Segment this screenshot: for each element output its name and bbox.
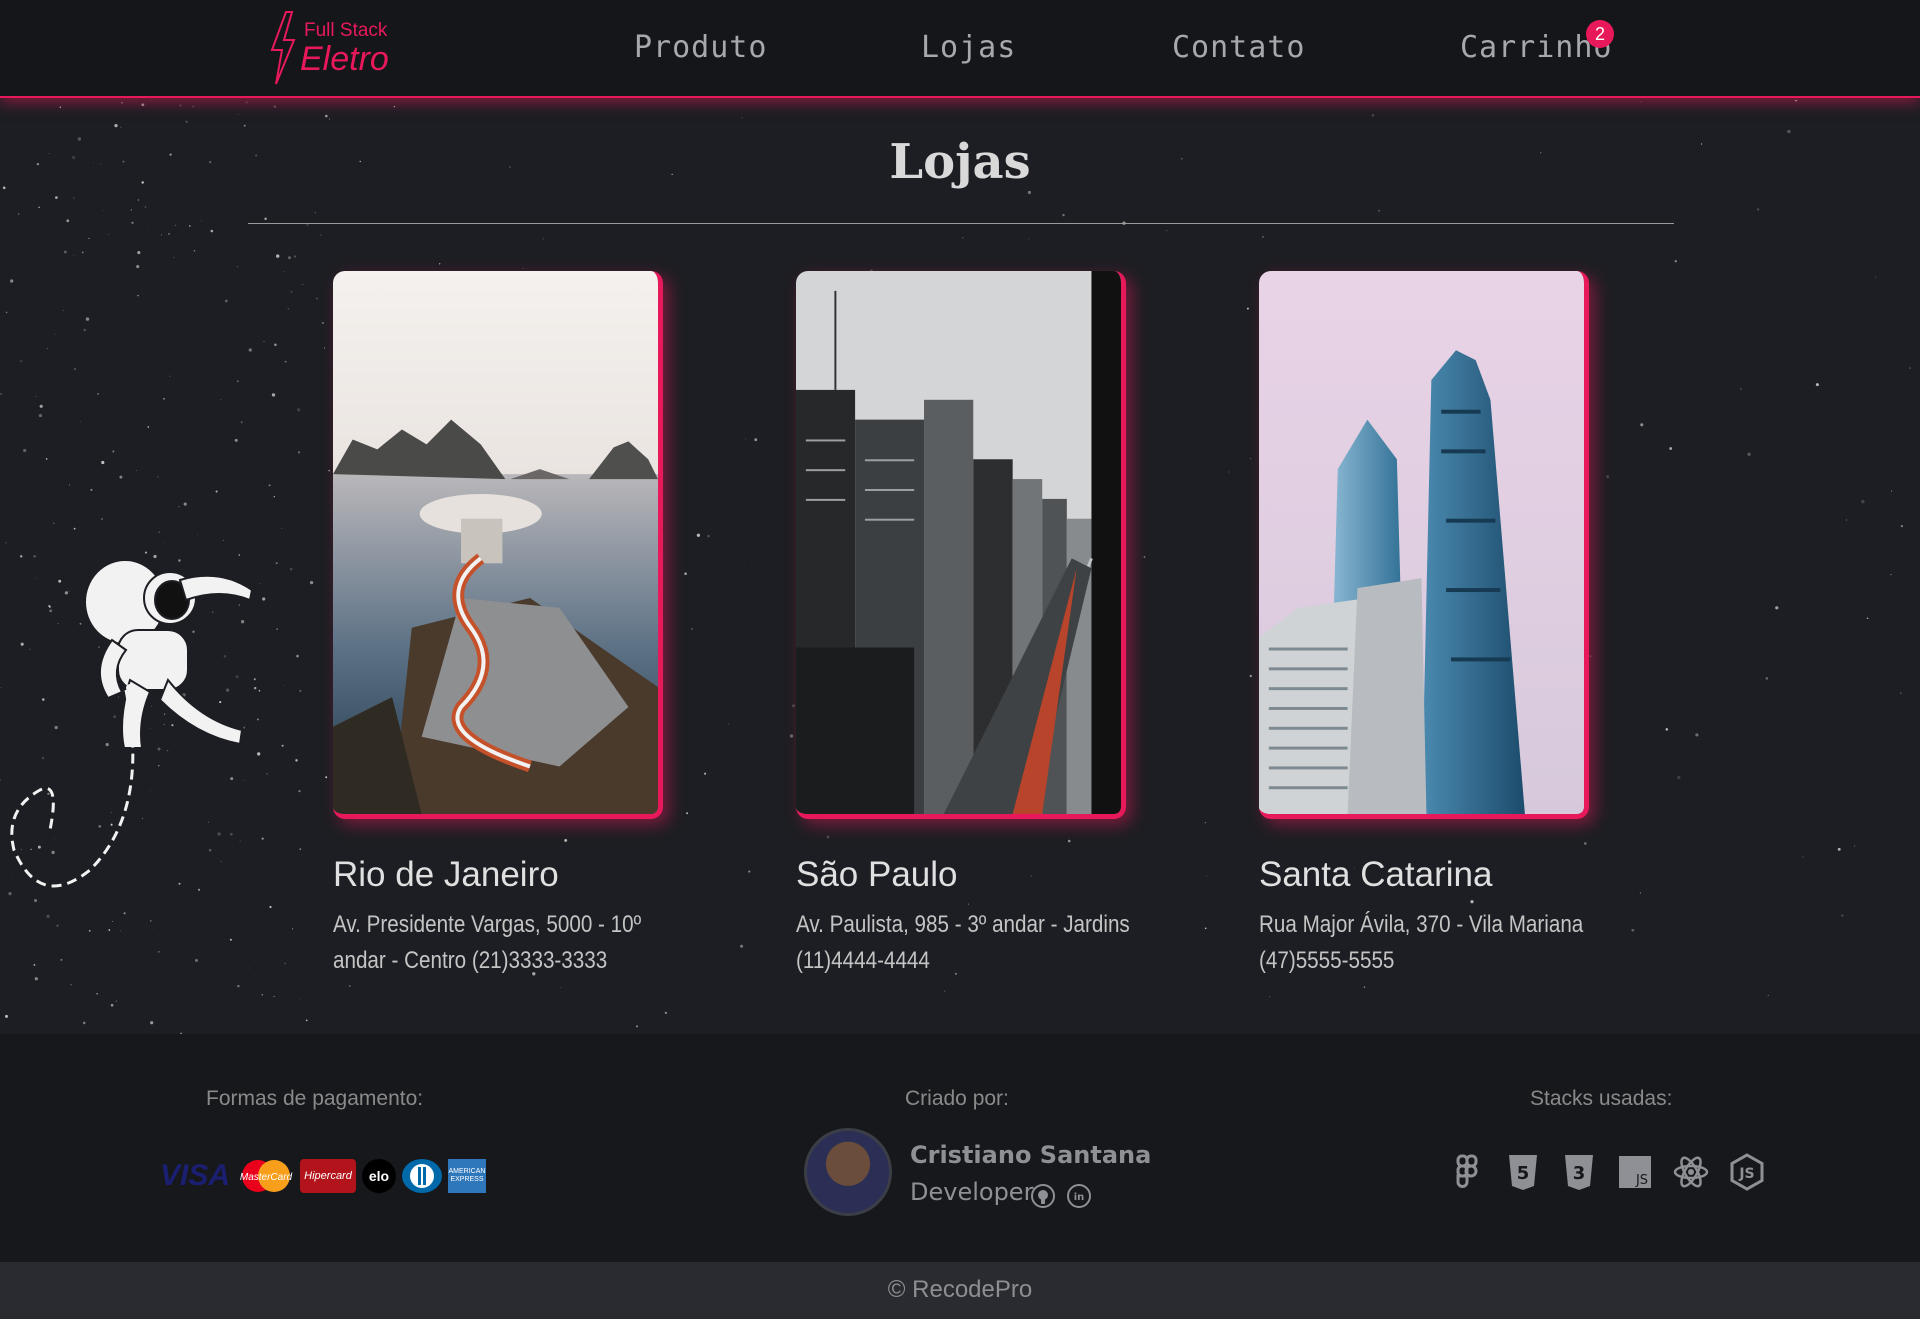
store-card-rio[interactable]: Rio de Janeiro Av. Presidente Vargas, 50… (333, 271, 673, 979)
nav-produto[interactable]: Produto (634, 30, 767, 65)
nav-lojas[interactable]: Lojas (921, 30, 1016, 65)
html5-icon: 5 (1509, 1155, 1537, 1190)
title-divider (248, 223, 1674, 224)
store-address: Av. Paulista, 985 - 3º andar - Jardins (… (796, 911, 1130, 974)
copyright-text: © RecodePro (887, 1276, 1033, 1303)
svg-text:in: in (1074, 1192, 1085, 1203)
store-card-santa-catarina[interactable]: Santa Catarina Rua Major Ávila, 370 - Vi… (1259, 271, 1599, 979)
store-photo-sao-paulo (796, 271, 1126, 819)
stacks-label: Stacks usadas: (1530, 1087, 1673, 1110)
css3-icon: 3 (1565, 1155, 1593, 1190)
lightning-bolt-icon (270, 11, 296, 85)
logo-subtitle: Full Stack (304, 20, 388, 41)
store-address: Rua Major Ávila, 370 - Vila Mariana (47)… (1259, 911, 1584, 974)
page-title: Lojas (889, 134, 1031, 190)
svg-text:5: 5 (1517, 1163, 1530, 1184)
svg-text:MasterCard: MasterCard (240, 1172, 293, 1183)
cart-count-badge: 2 (1586, 20, 1614, 48)
visa-icon: VISA (159, 1159, 231, 1192)
store-city: São Paulo (796, 855, 958, 894)
nav-contato[interactable]: Contato (1172, 30, 1305, 65)
linkedin-icon[interactable]: in (1067, 1184, 1091, 1208)
mastercard-icon: MasterCard (238, 1159, 294, 1193)
store-city: Santa Catarina (1259, 855, 1493, 894)
creator-name: Cristiano Santana (910, 1141, 1152, 1169)
payment-label: Formas de pagamento: (206, 1087, 424, 1110)
amex-icon: AMERICAN EXPRESS (448, 1159, 486, 1193)
payment-methods: VISA MasterCard Hipercard elo AMERICAN EX… (158, 1158, 486, 1194)
logo[interactable]: Full Stack Eletro (268, 10, 408, 86)
store-photo-rio (333, 271, 663, 819)
elo-icon: elo (362, 1159, 396, 1193)
creator-role: Developer (910, 1178, 1034, 1206)
react-icon (1673, 1156, 1709, 1188)
svg-text:3: 3 (1573, 1163, 1586, 1184)
astronaut-illustration (10, 559, 254, 888)
diners-icon (402, 1159, 442, 1193)
store-card-sao-paulo[interactable]: São Paulo Av. Paulista, 985 - 3º andar -… (796, 271, 1136, 979)
stores-section: Lojas Rio de Janeiro Av. Presidente Varg… (0, 100, 1920, 1034)
svg-text:JS: JS (1738, 1166, 1754, 1182)
store-city: Rio de Janeiro (333, 855, 559, 894)
store-address: Av. Presidente Vargas, 5000 - 10º andar … (333, 911, 642, 974)
stacks-list: 5 3 JS JS (1448, 1152, 1766, 1192)
site-header: Full Stack Eletro Produto Lojas Contato … (0, 0, 1920, 98)
site-footer: Formas de pagamento: VISA MasterCard Hip… (0, 1034, 1920, 1262)
store-photo-santa-catarina (1259, 271, 1589, 819)
javascript-icon: JS (1619, 1156, 1651, 1188)
svg-text:JS: JS (1635, 1173, 1648, 1188)
nodejs-icon: JS (1730, 1153, 1764, 1191)
hipercard-icon: Hipercard (300, 1159, 356, 1193)
avatar (804, 1128, 892, 1216)
github-icon[interactable] (1031, 1184, 1055, 1208)
logo-title: Eletro (300, 40, 389, 78)
copyright-bar: © RecodePro (0, 1262, 1920, 1319)
figma-icon (1456, 1154, 1478, 1188)
creator-label: Criado por: (905, 1087, 1009, 1110)
